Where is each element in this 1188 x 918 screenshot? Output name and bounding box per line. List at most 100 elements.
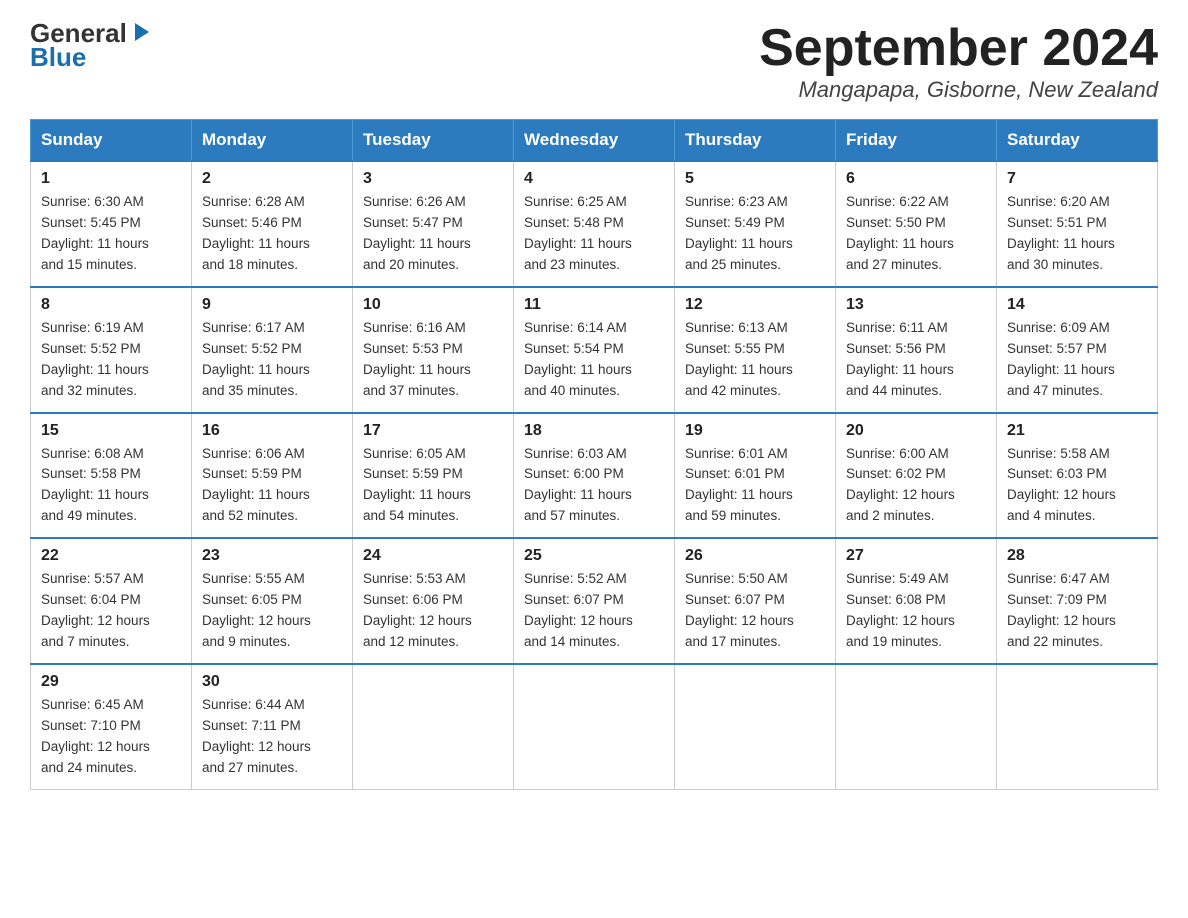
- day-info: Sunrise: 6:14 AM Sunset: 5:54 PM Dayligh…: [524, 318, 664, 402]
- day-info: Sunrise: 6:16 AM Sunset: 5:53 PM Dayligh…: [363, 318, 503, 402]
- day-info: Sunrise: 6:30 AM Sunset: 5:45 PM Dayligh…: [41, 192, 181, 276]
- day-number: 16: [202, 422, 342, 440]
- day-number: 29: [41, 673, 181, 691]
- calendar-cell: 21 Sunrise: 5:58 AM Sunset: 6:03 PM Dayli…: [997, 413, 1158, 539]
- day-info: Sunrise: 6:03 AM Sunset: 6:00 PM Dayligh…: [524, 444, 664, 528]
- logo-text-blue: Blue: [30, 42, 86, 73]
- day-info: Sunrise: 6:08 AM Sunset: 5:58 PM Dayligh…: [41, 444, 181, 528]
- day-number: 7: [1007, 170, 1147, 188]
- day-number: 8: [41, 296, 181, 314]
- day-info: Sunrise: 5:49 AM Sunset: 6:08 PM Dayligh…: [846, 569, 986, 653]
- column-header-monday: Monday: [192, 120, 353, 162]
- calendar-cell: 17 Sunrise: 6:05 AM Sunset: 5:59 PM Dayli…: [353, 413, 514, 539]
- day-number: 5: [685, 170, 825, 188]
- day-number: 15: [41, 422, 181, 440]
- calendar-cell: 8 Sunrise: 6:19 AM Sunset: 5:52 PM Daylig…: [31, 287, 192, 413]
- calendar-cell: 3Sunrise: 6:26 AM Sunset: 5:47 PM Daylig…: [353, 161, 514, 287]
- day-info: Sunrise: 6:25 AM Sunset: 5:48 PM Dayligh…: [524, 192, 664, 276]
- day-info: Sunrise: 6:20 AM Sunset: 5:51 PM Dayligh…: [1007, 192, 1147, 276]
- calendar-cell: 7 Sunrise: 6:20 AM Sunset: 5:51 PM Daylig…: [997, 161, 1158, 287]
- column-header-tuesday: Tuesday: [353, 120, 514, 162]
- calendar-cell: 4Sunrise: 6:25 AM Sunset: 5:48 PM Daylig…: [514, 161, 675, 287]
- calendar-cell: 30 Sunrise: 6:44 AM Sunset: 7:11 PM Dayli…: [192, 664, 353, 789]
- calendar-cell: 6 Sunrise: 6:22 AM Sunset: 5:50 PM Daylig…: [836, 161, 997, 287]
- day-number: 20: [846, 422, 986, 440]
- day-number: 14: [1007, 296, 1147, 314]
- calendar-cell: 11 Sunrise: 6:14 AM Sunset: 5:54 PM Dayli…: [514, 287, 675, 413]
- day-number: 12: [685, 296, 825, 314]
- day-info: Sunrise: 5:53 AM Sunset: 6:06 PM Dayligh…: [363, 569, 503, 653]
- month-title: September 2024: [759, 20, 1158, 77]
- day-info: Sunrise: 6:17 AM Sunset: 5:52 PM Dayligh…: [202, 318, 342, 402]
- day-info: Sunrise: 6:28 AM Sunset: 5:46 PM Dayligh…: [202, 192, 342, 276]
- day-info: Sunrise: 6:44 AM Sunset: 7:11 PM Dayligh…: [202, 695, 342, 779]
- day-number: 22: [41, 547, 181, 565]
- column-header-wednesday: Wednesday: [514, 120, 675, 162]
- calendar-cell: 2 Sunrise: 6:28 AM Sunset: 5:46 PM Daylig…: [192, 161, 353, 287]
- day-info: Sunrise: 6:05 AM Sunset: 5:59 PM Dayligh…: [363, 444, 503, 528]
- calendar-cell: 27 Sunrise: 5:49 AM Sunset: 6:08 PM Dayli…: [836, 538, 997, 664]
- calendar-cell: 1Sunrise: 6:30 AM Sunset: 5:45 PM Daylig…: [31, 161, 192, 287]
- day-number: 6: [846, 170, 986, 188]
- column-header-saturday: Saturday: [997, 120, 1158, 162]
- day-info: Sunrise: 5:55 AM Sunset: 6:05 PM Dayligh…: [202, 569, 342, 653]
- day-info: Sunrise: 5:58 AM Sunset: 6:03 PM Dayligh…: [1007, 444, 1147, 528]
- day-number: 9: [202, 296, 342, 314]
- calendar-cell: [675, 664, 836, 789]
- column-header-sunday: Sunday: [31, 120, 192, 162]
- calendar-cell: 14 Sunrise: 6:09 AM Sunset: 5:57 PM Dayli…: [997, 287, 1158, 413]
- day-info: Sunrise: 6:22 AM Sunset: 5:50 PM Dayligh…: [846, 192, 986, 276]
- day-number: 25: [524, 547, 664, 565]
- calendar-table: SundayMondayTuesdayWednesdayThursdayFrid…: [30, 119, 1158, 789]
- day-info: Sunrise: 5:57 AM Sunset: 6:04 PM Dayligh…: [41, 569, 181, 653]
- location-title: Mangapapa, Gisborne, New Zealand: [759, 77, 1158, 103]
- calendar-cell: 22 Sunrise: 5:57 AM Sunset: 6:04 PM Dayli…: [31, 538, 192, 664]
- day-info: Sunrise: 6:01 AM Sunset: 6:01 PM Dayligh…: [685, 444, 825, 528]
- calendar-cell: 16 Sunrise: 6:06 AM Sunset: 5:59 PM Dayli…: [192, 413, 353, 539]
- day-number: 3: [363, 170, 503, 188]
- day-number: 19: [685, 422, 825, 440]
- day-info: Sunrise: 6:19 AM Sunset: 5:52 PM Dayligh…: [41, 318, 181, 402]
- calendar-cell: 24Sunrise: 5:53 AM Sunset: 6:06 PM Dayli…: [353, 538, 514, 664]
- calendar-week-row: 29Sunrise: 6:45 AM Sunset: 7:10 PM Dayli…: [31, 664, 1158, 789]
- calendar-cell: 9 Sunrise: 6:17 AM Sunset: 5:52 PM Daylig…: [192, 287, 353, 413]
- day-number: 10: [363, 296, 503, 314]
- calendar-week-row: 15 Sunrise: 6:08 AM Sunset: 5:58 PM Dayli…: [31, 413, 1158, 539]
- calendar-week-row: 1Sunrise: 6:30 AM Sunset: 5:45 PM Daylig…: [31, 161, 1158, 287]
- calendar-cell: 26 Sunrise: 5:50 AM Sunset: 6:07 PM Dayli…: [675, 538, 836, 664]
- day-number: 11: [524, 296, 664, 314]
- day-info: Sunrise: 6:13 AM Sunset: 5:55 PM Dayligh…: [685, 318, 825, 402]
- logo-arrow-icon: [129, 21, 151, 43]
- day-number: 21: [1007, 422, 1147, 440]
- calendar-cell: 5Sunrise: 6:23 AM Sunset: 5:49 PM Daylig…: [675, 161, 836, 287]
- day-info: Sunrise: 5:50 AM Sunset: 6:07 PM Dayligh…: [685, 569, 825, 653]
- calendar-cell: 10 Sunrise: 6:16 AM Sunset: 5:53 PM Dayli…: [353, 287, 514, 413]
- calendar-header-row: SundayMondayTuesdayWednesdayThursdayFrid…: [31, 120, 1158, 162]
- day-number: 26: [685, 547, 825, 565]
- calendar-cell: 25Sunrise: 5:52 AM Sunset: 6:07 PM Dayli…: [514, 538, 675, 664]
- calendar-cell: 20Sunrise: 6:00 AM Sunset: 6:02 PM Dayli…: [836, 413, 997, 539]
- day-number: 2: [202, 170, 342, 188]
- calendar-cell: 12 Sunrise: 6:13 AM Sunset: 5:55 PM Dayli…: [675, 287, 836, 413]
- day-number: 17: [363, 422, 503, 440]
- calendar-week-row: 8 Sunrise: 6:19 AM Sunset: 5:52 PM Daylig…: [31, 287, 1158, 413]
- day-number: 18: [524, 422, 664, 440]
- day-number: 23: [202, 547, 342, 565]
- day-number: 30: [202, 673, 342, 691]
- calendar-cell: [514, 664, 675, 789]
- day-info: Sunrise: 6:09 AM Sunset: 5:57 PM Dayligh…: [1007, 318, 1147, 402]
- calendar-cell: 18 Sunrise: 6:03 AM Sunset: 6:00 PM Dayli…: [514, 413, 675, 539]
- day-info: Sunrise: 6:06 AM Sunset: 5:59 PM Dayligh…: [202, 444, 342, 528]
- day-number: 27: [846, 547, 986, 565]
- page-header: General Blue September 2024 Mangapapa, G…: [30, 20, 1158, 103]
- calendar-cell: 19 Sunrise: 6:01 AM Sunset: 6:01 PM Dayli…: [675, 413, 836, 539]
- day-number: 13: [846, 296, 986, 314]
- calendar-week-row: 22 Sunrise: 5:57 AM Sunset: 6:04 PM Dayli…: [31, 538, 1158, 664]
- calendar-cell: [353, 664, 514, 789]
- column-header-thursday: Thursday: [675, 120, 836, 162]
- calendar-cell: 23 Sunrise: 5:55 AM Sunset: 6:05 PM Dayli…: [192, 538, 353, 664]
- logo: General Blue: [30, 20, 151, 73]
- calendar-cell: 15 Sunrise: 6:08 AM Sunset: 5:58 PM Dayli…: [31, 413, 192, 539]
- calendar-cell: 13Sunrise: 6:11 AM Sunset: 5:56 PM Dayli…: [836, 287, 997, 413]
- calendar-cell: 28Sunrise: 6:47 AM Sunset: 7:09 PM Dayli…: [997, 538, 1158, 664]
